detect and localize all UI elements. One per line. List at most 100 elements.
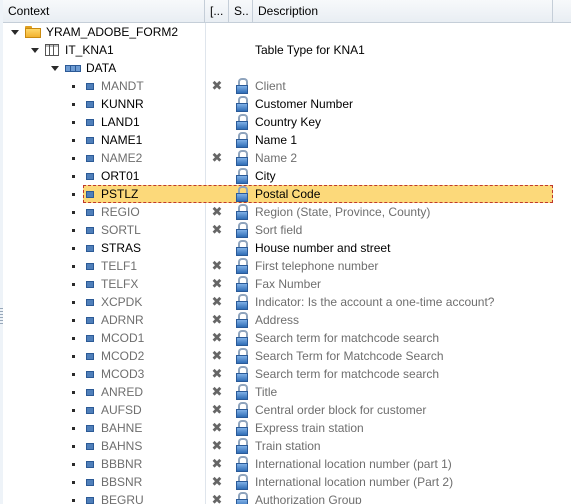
tree-node-field[interactable]: NAME1 Name 1 [3,131,571,149]
inactive-x-icon: ✖ [211,294,223,309]
field-description: Client [255,79,286,93]
node-label: IT_KNA1 [65,43,114,57]
field-icon [86,226,94,234]
lock-icon [235,204,249,220]
tree-node-field[interactable]: MCOD3 ✖ Search term for matchcode search [3,365,571,383]
field-name: BAHNE [101,421,143,435]
leaf-bullet-icon [72,390,75,394]
field-description: International location number (part 1) [255,457,452,471]
field-description: Sort field [255,223,303,237]
leaf-bullet-icon [72,282,75,286]
field-description: Express train station [255,421,364,435]
tree-node-table[interactable]: IT_KNA1 Table Type for KNA1 [3,41,571,59]
field-description: Search term for matchcode search [255,367,440,381]
field-name: MCOD2 [101,349,145,363]
tree-node-field[interactable]: XCPDK ✖ Indicator: Is the account a one-ti… [3,293,571,311]
collapse-arrow-icon[interactable] [11,29,19,35]
column-header-inactive[interactable]: [... [205,0,229,22]
field-name: NAME1 [101,133,143,147]
field-description: City [255,169,276,183]
tree-node-field[interactable]: SORTL ✖ Sort field [3,221,571,239]
field-description: Search term for matchcode search [255,331,440,345]
tree-node-field[interactable]: MANDT ✖ Client [3,77,571,95]
field-icon [86,388,94,396]
tree-node-field[interactable]: BEGRU ✖ Authorization Group [3,491,571,504]
tree-node-field[interactable]: NAME2 ✖ Name 2 [3,149,571,167]
leaf-bullet-icon [72,246,75,250]
field-icon [86,460,94,468]
field-name: AUFSD [101,403,142,417]
field-name: ORT01 [101,169,140,183]
tree-node-field[interactable]: TELF1 ✖ First telephone number [3,257,571,275]
header-corner [552,0,571,22]
lock-icon [235,420,249,436]
field-name: MCOD3 [101,367,145,381]
tree-node-field[interactable]: ADRNR ✖ Address [3,311,571,329]
node-description: Table Type for KNA1 [255,43,365,57]
collapse-arrow-icon[interactable] [51,65,59,71]
lock-icon [235,150,249,166]
column-header-status[interactable]: S.. [229,0,253,22]
lock-icon [235,96,249,112]
leaf-bullet-icon [72,318,75,322]
tree-node-field[interactable]: AUFSD ✖ Central order block for customer [3,401,571,419]
field-icon [86,316,94,324]
inactive-x-icon: ✖ [211,258,223,273]
leaf-bullet-icon [72,498,75,502]
leaf-bullet-icon [72,228,75,232]
leaf-bullet-icon [72,102,75,106]
tree-node-field[interactable]: BAHNE ✖ Express train station [3,419,571,437]
field-icon [86,154,94,162]
leaf-bullet-icon [72,426,75,430]
field-description: Name 2 [255,151,298,165]
field-icon [86,208,94,216]
field-description: Customer Number [255,97,354,111]
field-icon [86,298,94,306]
field-icon [86,280,94,288]
inactive-x-icon: ✖ [211,348,223,363]
lock-icon [235,114,249,130]
field-icon [86,442,94,450]
tree-node-root[interactable]: YRAM_ADOBE_FORM2 [3,23,571,41]
lock-icon [235,348,249,364]
inactive-x-icon: ✖ [211,456,223,471]
structure-icon [65,64,81,72]
leaf-bullet-icon [72,120,75,124]
column-header-context[interactable]: Context [3,0,205,22]
lock-icon [235,222,249,238]
tree-node-structure[interactable]: DATA [3,59,571,77]
collapse-arrow-icon[interactable] [31,47,39,53]
leaf-bullet-icon [72,444,75,448]
column-header-description[interactable]: Description [253,0,555,22]
tree-node-field[interactable]: BBSNR ✖ International location number (Par… [3,473,571,491]
lock-icon [235,330,249,346]
tree-node-field[interactable]: ORT01 City [3,167,571,185]
leaf-bullet-icon [72,264,75,268]
tree-node-field[interactable]: KUNNR Customer Number [3,95,571,113]
field-description: Name 1 [255,133,298,147]
lock-icon [235,474,249,490]
tree-node-field[interactable]: BAHNS ✖ Train station [3,437,571,455]
tree-node-field[interactable]: MCOD2 ✖ Search Term for Matchcode Search [3,347,571,365]
field-name: STRAS [101,241,142,255]
column-header-bar: Context [... S.. Description [3,0,571,23]
tree-node-field[interactable]: STRAS House number and street [3,239,571,257]
tree-node-field[interactable]: TELFX ✖ Fax Number [3,275,571,293]
field-description: Central order block for customer [255,403,427,417]
tree-node-field[interactable]: LAND1 Country Key [3,113,571,131]
lock-icon [235,492,249,504]
inactive-x-icon: ✖ [211,330,223,345]
lock-icon [235,312,249,328]
field-icon [86,172,94,180]
tree-node-field[interactable]: PSTLZ Postal Code [3,185,571,203]
tree-node-field[interactable]: MCOD1 ✖ Search term for matchcode search [3,329,571,347]
lock-icon [235,168,249,184]
tree-node-field[interactable]: ANRED ✖ Title [3,383,571,401]
leaf-bullet-icon [72,336,75,340]
field-name: MANDT [101,79,144,93]
tree-node-field[interactable]: REGIO ✖ Region (State, Province, County) [3,203,571,221]
field-description: First telephone number [255,259,379,273]
field-description: Search Term for Matchcode Search [255,349,444,363]
inactive-x-icon: ✖ [211,420,223,435]
tree-node-field[interactable]: BBBNR ✖ International location number (par… [3,455,571,473]
